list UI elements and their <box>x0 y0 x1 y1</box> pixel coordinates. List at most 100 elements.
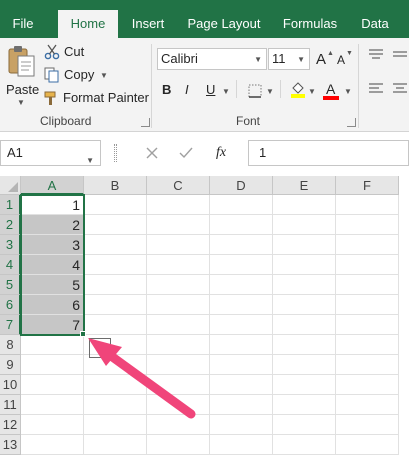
cell-b5[interactable] <box>84 275 147 295</box>
cell-c7[interactable] <box>147 315 210 335</box>
cell-f8[interactable] <box>336 335 399 355</box>
tab-formulas[interactable]: Formulas <box>278 10 342 38</box>
column-header-b[interactable]: B <box>84 176 147 195</box>
align-center-icon[interactable] <box>392 82 408 96</box>
fill-color-dropdown-icon[interactable]: ▼ <box>308 87 316 96</box>
cell-a13[interactable] <box>21 435 84 455</box>
cell-d7[interactable] <box>210 315 273 335</box>
copy-dropdown-icon[interactable]: ▼ <box>100 71 108 80</box>
cell-b11[interactable] <box>84 395 147 415</box>
cell-d10[interactable] <box>210 375 273 395</box>
cell-e8[interactable] <box>273 335 336 355</box>
cell-c3[interactable] <box>147 235 210 255</box>
cell-e4[interactable] <box>273 255 336 275</box>
cell-b1[interactable] <box>84 195 147 215</box>
cell-e1[interactable] <box>273 195 336 215</box>
cell-e7[interactable] <box>273 315 336 335</box>
formula-input[interactable]: 1 <box>248 140 409 166</box>
cell-c12[interactable] <box>147 415 210 435</box>
font-name-dropdown-icon[interactable]: ▼ <box>254 50 262 70</box>
cell-c1[interactable] <box>147 195 210 215</box>
cell-b12[interactable] <box>84 415 147 435</box>
row-header-8[interactable]: 8 <box>0 335 21 355</box>
cell-f3[interactable] <box>336 235 399 255</box>
cell-c2[interactable] <box>147 215 210 235</box>
row-header-5[interactable]: 5 <box>0 275 21 295</box>
cell-c5[interactable] <box>147 275 210 295</box>
cell-f9[interactable] <box>336 355 399 375</box>
cell-a5[interactable]: 5 <box>21 275 84 295</box>
cell-b7[interactable] <box>84 315 147 335</box>
formula-bar-grip[interactable] <box>114 144 117 162</box>
font-color-button[interactable]: A <box>326 81 335 97</box>
row-header-4[interactable]: 4 <box>0 255 21 275</box>
cell-a7[interactable]: 7 <box>21 315 84 335</box>
fill-handle[interactable] <box>80 331 86 337</box>
row-header-12[interactable]: 12 <box>0 415 21 435</box>
align-top-icon[interactable] <box>368 48 384 62</box>
cancel-icon[interactable] <box>146 147 158 159</box>
row-header-9[interactable]: 9 <box>0 355 21 375</box>
cell-c8[interactable] <box>147 335 210 355</box>
column-header-d[interactable]: D <box>210 176 273 195</box>
cut-button[interactable]: Cut <box>44 42 94 62</box>
cell-f10[interactable] <box>336 375 399 395</box>
cell-b9[interactable] <box>84 355 147 375</box>
cell-e13[interactable] <box>273 435 336 455</box>
column-header-a[interactable]: A <box>21 176 84 195</box>
cell-e12[interactable] <box>273 415 336 435</box>
cell-c11[interactable] <box>147 395 210 415</box>
name-box-dropdown-icon[interactable]: ▼ <box>86 149 94 173</box>
format-painter-button[interactable]: Format Painter <box>44 88 149 108</box>
clipboard-dialog-launcher-icon[interactable] <box>141 118 150 127</box>
cell-f5[interactable] <box>336 275 399 295</box>
paste-button[interactable]: Paste ▼ <box>4 42 39 107</box>
cell-a1[interactable]: 1 <box>21 195 84 215</box>
name-box[interactable]: A1 ▼ <box>0 140 101 166</box>
column-header-c[interactable]: C <box>147 176 210 195</box>
tab-page-layout[interactable]: Page Layout <box>184 10 264 38</box>
cell-e6[interactable] <box>273 295 336 315</box>
cell-c4[interactable] <box>147 255 210 275</box>
tab-insert[interactable]: Insert <box>126 10 170 38</box>
insert-function-button[interactable]: fx <box>216 145 226 161</box>
cell-c13[interactable] <box>147 435 210 455</box>
underline-dropdown-icon[interactable]: ▼ <box>222 87 230 96</box>
row-header-6[interactable]: 6 <box>0 295 21 315</box>
fill-color-icon[interactable] <box>290 80 306 98</box>
cell-d5[interactable] <box>210 275 273 295</box>
enter-check-icon[interactable] <box>179 147 193 159</box>
cell-b10[interactable] <box>84 375 147 395</box>
cell-a10[interactable] <box>21 375 84 395</box>
font-name-box[interactable]: Calibri ▼ <box>157 48 267 70</box>
cell-c9[interactable] <box>147 355 210 375</box>
cell-d13[interactable] <box>210 435 273 455</box>
cell-d12[interactable] <box>210 415 273 435</box>
cell-a2[interactable]: 2 <box>21 215 84 235</box>
cell-e2[interactable] <box>273 215 336 235</box>
cell-e9[interactable] <box>273 355 336 375</box>
auto-fill-options-icon[interactable] <box>89 338 111 358</box>
row-header-2[interactable]: 2 <box>0 215 21 235</box>
row-header-13[interactable]: 13 <box>0 435 21 455</box>
cell-f2[interactable] <box>336 215 399 235</box>
cell-c10[interactable] <box>147 375 210 395</box>
cell-a3[interactable]: 3 <box>21 235 84 255</box>
shrink-font-button[interactable]: A <box>337 53 345 67</box>
cell-f1[interactable] <box>336 195 399 215</box>
cell-a11[interactable] <box>21 395 84 415</box>
cell-f6[interactable] <box>336 295 399 315</box>
worksheet-grid[interactable]: A B C D E F 1 1 2 2 3 3 4 4 5 5 6 6 7 7 8 9 10 11 12 13 <box>0 176 409 465</box>
cell-b6[interactable] <box>84 295 147 315</box>
tab-file[interactable]: File <box>4 10 42 38</box>
cell-d2[interactable] <box>210 215 273 235</box>
cell-f13[interactable] <box>336 435 399 455</box>
font-size-box[interactable]: 11 ▼ <box>268 48 310 70</box>
row-header-10[interactable]: 10 <box>0 375 21 395</box>
copy-button[interactable]: Copy ▼ <box>44 65 110 85</box>
cell-c6[interactable] <box>147 295 210 315</box>
cell-f4[interactable] <box>336 255 399 275</box>
column-header-f[interactable]: F <box>336 176 399 195</box>
cell-d8[interactable] <box>210 335 273 355</box>
italic-button[interactable]: I <box>185 82 189 97</box>
